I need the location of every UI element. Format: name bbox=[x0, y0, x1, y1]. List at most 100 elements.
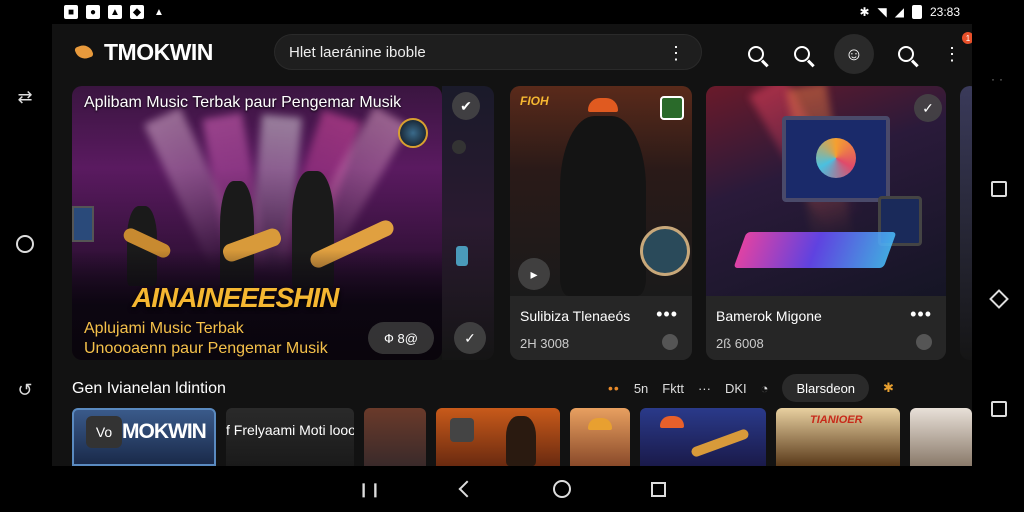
bottom-system-nav: ❙❙ bbox=[0, 466, 1024, 512]
profile-icon[interactable]: ☺ bbox=[834, 34, 874, 74]
logo-icon bbox=[74, 41, 96, 63]
more-options-icon[interactable]: ••• bbox=[910, 304, 932, 325]
bluetooth-icon: ✱ bbox=[859, 5, 870, 19]
filter-item-2[interactable]: Fktt bbox=[662, 381, 684, 396]
hero-subtitle-2: Unoooaenn paur Pengemar Musik bbox=[84, 340, 328, 357]
home-icon[interactable] bbox=[553, 480, 572, 498]
thumbnail-item[interactable]: Vo MOKWIN bbox=[72, 408, 216, 466]
card-meta: 2H 3008 bbox=[520, 336, 570, 351]
computer-monitor bbox=[782, 116, 890, 202]
thumbnail-item[interactable] bbox=[570, 408, 630, 466]
square-nav-icon[interactable] bbox=[991, 180, 1007, 197]
back-swirl-icon[interactable]: ↺ bbox=[17, 380, 32, 401]
battery-icon bbox=[911, 5, 922, 19]
next-card-peek[interactable] bbox=[960, 86, 972, 360]
search-menu-icon[interactable]: ⋮ bbox=[667, 43, 685, 64]
recent-apps-icon[interactable] bbox=[991, 400, 1007, 417]
filter-ellipsis-icon: ··· bbox=[697, 380, 711, 396]
studio-card[interactable]: ✓ Bamerok Migone ••• 2ß 6008 bbox=[706, 86, 946, 360]
thumb-hat bbox=[588, 418, 612, 430]
check-icon[interactable]: ✓ bbox=[914, 94, 942, 122]
screen-chart-icon bbox=[816, 138, 856, 178]
status-dot[interactable] bbox=[916, 334, 932, 350]
logo-text: TMOKWIN bbox=[104, 38, 213, 65]
recent-apps-icon[interactable] bbox=[651, 481, 667, 497]
right-system-nav: ·· bbox=[974, 24, 1024, 464]
top-icons: ☺ ⋮ 1 bbox=[742, 32, 972, 74]
more-dots-icon: ·· bbox=[991, 71, 1007, 86]
sort-dropdown[interactable]: Blarsdeon bbox=[782, 374, 870, 402]
search-more-icon[interactable] bbox=[892, 36, 920, 72]
thumb-prefix: Vo bbox=[86, 416, 122, 448]
hero-title: Aplibam Music Terbak paur Pengemar Musik bbox=[84, 94, 402, 111]
search-icon[interactable] bbox=[742, 36, 770, 72]
more-options-icon[interactable]: ••• bbox=[656, 304, 678, 325]
app-logo[interactable]: TMOKWIN bbox=[74, 39, 274, 66]
singer-figure bbox=[560, 116, 646, 296]
thumbnail-item[interactable] bbox=[640, 408, 766, 466]
search-text: Hlet laeránine iboble bbox=[289, 43, 426, 61]
drum bbox=[640, 226, 690, 276]
card-title: Sulibiza Tlenaeós bbox=[520, 308, 631, 324]
thumb-label: f Frelyaami Moti looohen bbox=[226, 422, 354, 438]
channel-badge-icon bbox=[660, 96, 684, 120]
notification-icon-2: ● bbox=[86, 5, 100, 19]
menu-icon[interactable]: ❙❙ bbox=[358, 481, 381, 498]
featured-cards: Aplibam Music Terbak paur Pengemar Musik… bbox=[72, 86, 972, 360]
confirm-check-icon[interactable]: ✓ bbox=[454, 322, 486, 354]
clock-icon[interactable]: ◔ bbox=[761, 381, 769, 396]
notification-icon-4: ◆ bbox=[130, 5, 144, 19]
thumb-figure bbox=[506, 416, 536, 466]
check-icon[interactable]: ✔ bbox=[452, 92, 480, 120]
monitor-screen bbox=[72, 206, 94, 242]
settings-gear-icon[interactable]: ✱ bbox=[883, 380, 894, 396]
thumbnail-item[interactable] bbox=[364, 408, 426, 466]
hero-big-text: AINAINEEESHIN bbox=[132, 282, 339, 313]
artist-card-info: Sulibiza Tlenaeós ••• 2H 3008 bbox=[510, 296, 692, 360]
thumbnail-item[interactable]: f Frelyaami Moti looohen bbox=[226, 408, 354, 466]
thumbnail-item[interactable] bbox=[910, 408, 972, 466]
status-icons-left: ■ ● ▲ ◆ ▲ bbox=[64, 5, 166, 19]
signal-icon: ◢ bbox=[894, 5, 904, 19]
light-fixture bbox=[452, 140, 466, 154]
notification-icon-3: ▲ bbox=[108, 5, 122, 19]
filter-item-1[interactable]: 5n bbox=[634, 381, 648, 396]
home-circle-icon[interactable] bbox=[16, 234, 34, 253]
hero-pill-button[interactable]: Ф 8@ bbox=[368, 322, 434, 354]
filter-dots-icon: •• bbox=[608, 380, 620, 396]
rgb-keyboard bbox=[733, 232, 897, 268]
artist-card[interactable]: FIOH ▸ Sulibiza Tlenaeós ••• 2H 3008 bbox=[510, 86, 692, 360]
rotate-icon[interactable]: ⇄ bbox=[17, 87, 32, 108]
thumbnail-item[interactable] bbox=[436, 408, 560, 466]
award-badge-icon bbox=[398, 118, 428, 148]
play-icon[interactable]: ▸ bbox=[518, 258, 550, 290]
notification-badge: 1 bbox=[962, 32, 972, 44]
mic-icon bbox=[450, 418, 474, 442]
thumbnail-item[interactable]: TIANIOER bbox=[776, 408, 900, 466]
search-bar[interactable]: Hlet laeránine iboble ⋮ bbox=[274, 34, 702, 70]
notification-icon-1: ■ bbox=[64, 5, 78, 19]
filter-item-3[interactable]: DKI bbox=[725, 381, 747, 396]
status-dot[interactable] bbox=[662, 334, 678, 350]
hero-side-strip[interactable]: ✔ ✓ bbox=[442, 86, 494, 360]
clock: 23:83 bbox=[929, 5, 960, 19]
thumb-guitar bbox=[690, 428, 750, 458]
app-window: TMOKWIN Hlet laeránine iboble ⋮ ☺ ⋮ 1 Ap… bbox=[52, 24, 972, 466]
notification-icon-5: ▲ bbox=[154, 6, 164, 18]
card-title: Bamerok Migone bbox=[716, 308, 822, 324]
hero-card[interactable]: Aplibam Music Terbak paur Pengemar Musik… bbox=[72, 86, 442, 360]
thumb-label: MOKWIN bbox=[122, 420, 207, 443]
singer-cap bbox=[588, 98, 618, 112]
wifi-icon: ◥ bbox=[877, 5, 887, 19]
notifications-icon[interactable]: ⋮ 1 bbox=[938, 32, 972, 72]
back-icon[interactable] bbox=[458, 480, 476, 498]
status-bar: ■ ● ▲ ◆ ▲ ✱ ◥ ◢ 23:83 bbox=[0, 0, 1024, 24]
diamond-nav-icon[interactable] bbox=[989, 288, 1009, 309]
section-title: Gen Ivianelan ldintion bbox=[72, 380, 226, 397]
section-filters: •• 5n Fktt ··· DKI ◔ Blarsdeon ✱ bbox=[608, 374, 894, 402]
thumbnail-row: Vo MOKWIN f Frelyaami Moti looohen TIANI… bbox=[72, 408, 972, 466]
artist-logo: FIOH bbox=[520, 94, 549, 108]
top-bar: TMOKWIN Hlet laeránine iboble ⋮ ☺ ⋮ 1 bbox=[52, 30, 972, 74]
thumb-label: TIANIOER bbox=[810, 414, 863, 426]
search-alt-icon[interactable] bbox=[788, 36, 816, 72]
